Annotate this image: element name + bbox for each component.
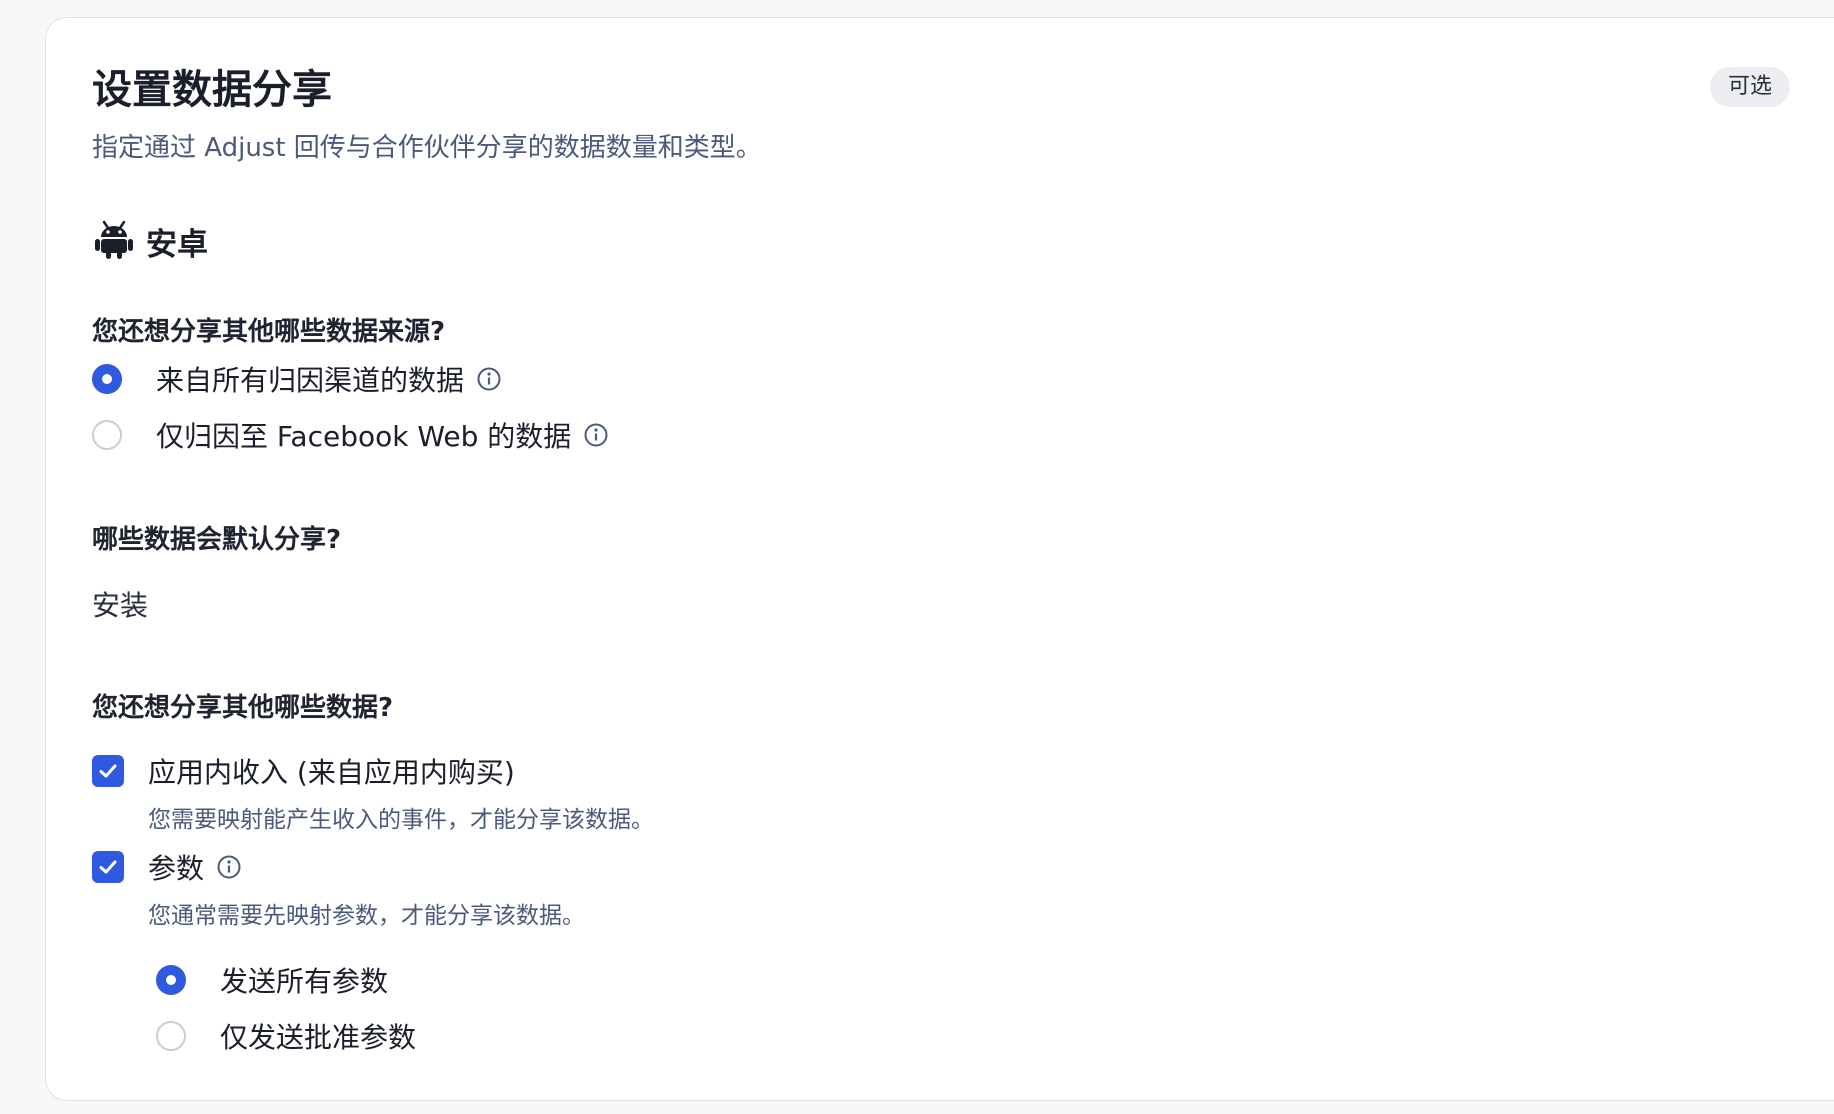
help-text: 您需要映射能产生收入的事件，才能分享该数据。 (148, 807, 654, 833)
help-text: 您通常需要先映射参数，才能分享该数据。 (148, 903, 585, 929)
info-icon[interactable] (216, 854, 242, 880)
radio-label: 仅归因至 Facebook Web 的数据 (156, 420, 572, 453)
radio-label: 来自所有归因渠道的数据 (156, 364, 465, 397)
check-icon (99, 764, 117, 778)
android-icon (92, 217, 136, 265)
source-question-label: 您还想分享其他哪些数据来源? (92, 317, 446, 347)
radio-button[interactable] (92, 420, 122, 450)
radio-button-selected[interactable] (156, 965, 186, 995)
optional-badge: 可选 (1710, 67, 1790, 107)
radio-all-channels[interactable]: 来自所有归因渠道的数据 (92, 357, 502, 401)
radio-facebook-web[interactable]: 仅归因至 Facebook Web 的数据 (92, 413, 609, 457)
radio-label: 发送所有参数 (220, 965, 389, 998)
checkbox-checked[interactable] (92, 755, 124, 787)
default-shared-value: 安装 (92, 589, 149, 622)
checkbox-label: 应用内收入 (来自应用内购买) (148, 756, 515, 789)
checkbox-parameters[interactable]: 参数 (92, 845, 242, 889)
radio-send-all-params[interactable]: 发送所有参数 (156, 958, 388, 1002)
radio-send-approved-params[interactable]: 仅发送批准参数 (156, 1014, 416, 1058)
platform-label: 安卓 (146, 226, 208, 263)
checkbox-label: 参数 (148, 852, 205, 885)
page-title: 设置数据分享 (92, 67, 332, 113)
extra-question-label: 您还想分享其他哪些数据? (92, 693, 394, 723)
checkbox-in-app-revenue[interactable]: 应用内收入 (来自应用内购买) (92, 749, 515, 793)
platform-header: 安卓 (92, 216, 208, 266)
default-question-label: 哪些数据会默认分享? (92, 525, 342, 555)
info-icon[interactable] (476, 366, 502, 392)
radio-button[interactable] (156, 1021, 186, 1051)
radio-label: 仅发送批准参数 (220, 1021, 417, 1054)
radio-button-selected[interactable] (92, 364, 122, 394)
check-icon (99, 860, 117, 874)
info-icon[interactable] (583, 422, 609, 448)
checkbox-checked[interactable] (92, 851, 124, 883)
page-subtitle: 指定通过 Adjust 回传与合作伙伴分享的数据数量和类型。 (92, 133, 762, 163)
